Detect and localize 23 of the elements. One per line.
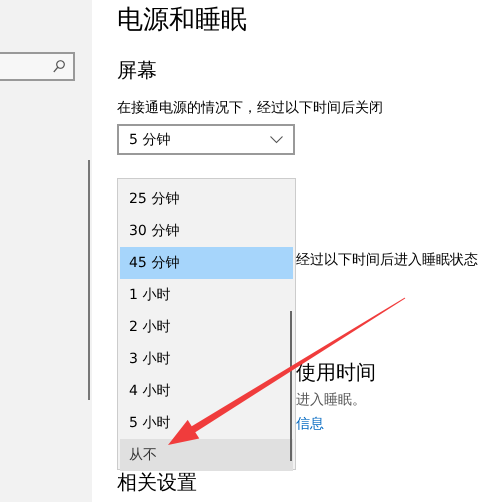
dropdown-option[interactable]: 5 小时 xyxy=(120,407,293,439)
dropdown-option[interactable]: 2 小时 xyxy=(120,311,293,343)
search-icon xyxy=(53,60,65,73)
page-title: 电源和睡眠 xyxy=(117,4,248,37)
setting-label: 在接通电源的情况下，经过以下时间后关闭 xyxy=(117,99,384,118)
chevron-icon xyxy=(270,136,283,144)
info-link[interactable]: 信息 xyxy=(296,414,324,434)
dropdown-option[interactable]: 从不 xyxy=(120,439,293,471)
timeout-dropdown[interactable]: 5 分钟 xyxy=(117,124,295,155)
dropdown-option[interactable]: 1 小时 xyxy=(120,279,293,311)
section-heading: 相关设置 xyxy=(117,470,198,494)
dropdown-option[interactable]: 45 分钟 xyxy=(120,247,293,279)
dropdown-option[interactable]: 25 分钟 xyxy=(120,183,293,215)
description-text: 进入睡眠。 xyxy=(296,391,367,410)
section-heading: 使用时间 xyxy=(296,359,377,386)
setting-label: 经过以下时间后进入睡眠状态 xyxy=(296,251,479,270)
search-field[interactable] xyxy=(0,52,75,81)
dropdown-option[interactable]: 30 分钟 xyxy=(120,215,293,247)
scrollbar[interactable] xyxy=(290,311,292,461)
dropdown-option[interactable]: 4 小时 xyxy=(120,375,293,407)
scrollbar[interactable] xyxy=(88,160,90,400)
section-heading: 屏幕 xyxy=(117,57,158,84)
dropdown-option[interactable]: 3 小时 xyxy=(120,343,293,375)
